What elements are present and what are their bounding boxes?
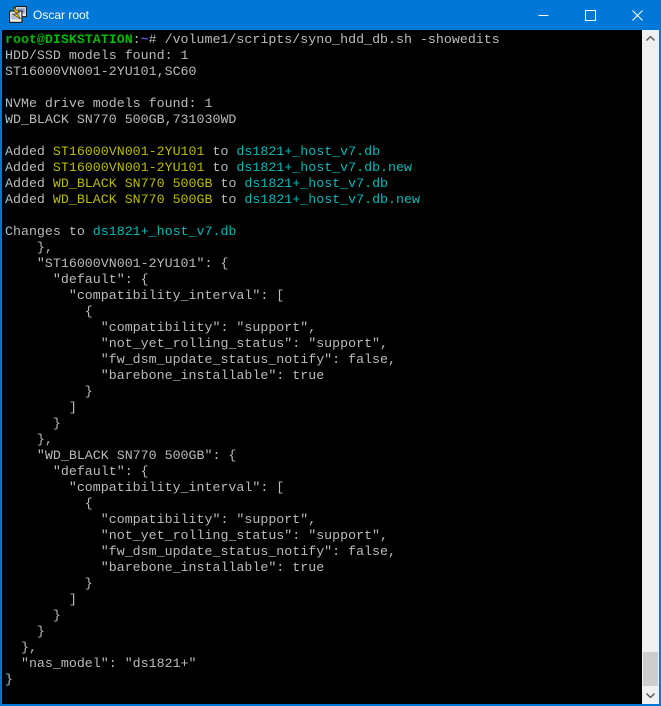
- terminal-line: ]: [5, 400, 642, 416]
- terminal-line: WD_BLACK SN770 500GB,731030WD: [5, 112, 642, 128]
- minimize-button[interactable]: [520, 0, 567, 30]
- close-button[interactable]: [614, 0, 661, 30]
- terminal-line: Changes to ds1821+_host_v7.db: [5, 224, 642, 240]
- terminal-line: "ST16000VN001-2YU101": {: [5, 256, 642, 272]
- terminal-line: "compatibility": "support",: [5, 512, 642, 528]
- terminal-line: "barebone_installable": true: [5, 560, 642, 576]
- terminal-line: },: [5, 640, 642, 656]
- terminal-line: "compatibility_interval": [: [5, 480, 642, 496]
- terminal-line: [5, 208, 642, 224]
- scrollbar[interactable]: [642, 30, 659, 704]
- terminal-line: NVMe drive models found: 1: [5, 96, 642, 112]
- terminal-line: "WD_BLACK SN770 500GB": {: [5, 448, 642, 464]
- terminal-output[interactable]: root@DISKSTATION:~# /volume1/scripts/syn…: [2, 30, 642, 704]
- terminal-line: ST16000VN001-2YU101,SC60: [5, 64, 642, 80]
- terminal-line: "compatibility": "support",: [5, 320, 642, 336]
- terminal-line: "default": {: [5, 272, 642, 288]
- terminal-line: }: [5, 384, 642, 400]
- terminal-line: HDD/SSD models found: 1: [5, 48, 642, 64]
- terminal-line: }: [5, 608, 642, 624]
- terminal-line: }: [5, 624, 642, 640]
- terminal-line: }: [5, 416, 642, 432]
- terminal-line: root@DISKSTATION:~# /volume1/scripts/syn…: [5, 32, 642, 48]
- terminal-line: Added ST16000VN001-2YU101 to ds1821+_hos…: [5, 160, 642, 176]
- window-title: Oscar root: [33, 8, 520, 22]
- window-controls: [520, 0, 661, 30]
- putty-window: Oscar root root@DISKSTATION:~# /volume1/…: [0, 0, 661, 706]
- scroll-down-icon[interactable]: [642, 687, 659, 704]
- terminal-line: Added WD_BLACK SN770 500GB to ds1821+_ho…: [5, 176, 642, 192]
- terminal-line: }: [5, 672, 642, 688]
- terminal-line: "fw_dsm_update_status_notify": false,: [5, 352, 642, 368]
- scroll-up-icon[interactable]: [642, 30, 659, 47]
- terminal-line: [5, 128, 642, 144]
- maximize-button[interactable]: [567, 0, 614, 30]
- scrollbar-thumb[interactable]: [643, 652, 658, 686]
- titlebar[interactable]: Oscar root: [0, 0, 661, 30]
- terminal-line: "compatibility_interval": [: [5, 288, 642, 304]
- putty-terminal-icon: [9, 6, 27, 24]
- terminal-line: "not_yet_rolling_status": "support",: [5, 528, 642, 544]
- terminal-line: "fw_dsm_update_status_notify": false,: [5, 544, 642, 560]
- terminal-line: }: [5, 576, 642, 592]
- terminal-line: Added ST16000VN001-2YU101 to ds1821+_hos…: [5, 144, 642, 160]
- terminal-line: "not_yet_rolling_status": "support",: [5, 336, 642, 352]
- terminal-line: [5, 80, 642, 96]
- terminal-line: {: [5, 496, 642, 512]
- terminal-line: },: [5, 240, 642, 256]
- terminal-line: Added WD_BLACK SN770 500GB to ds1821+_ho…: [5, 192, 642, 208]
- terminal-line: "default": {: [5, 464, 642, 480]
- terminal-line: ]: [5, 592, 642, 608]
- terminal-line: {: [5, 304, 642, 320]
- terminal-line: "barebone_installable": true: [5, 368, 642, 384]
- terminal-line: "nas_model": "ds1821+": [5, 656, 642, 672]
- client-area: root@DISKSTATION:~# /volume1/scripts/syn…: [2, 30, 659, 704]
- terminal-line: },: [5, 432, 642, 448]
